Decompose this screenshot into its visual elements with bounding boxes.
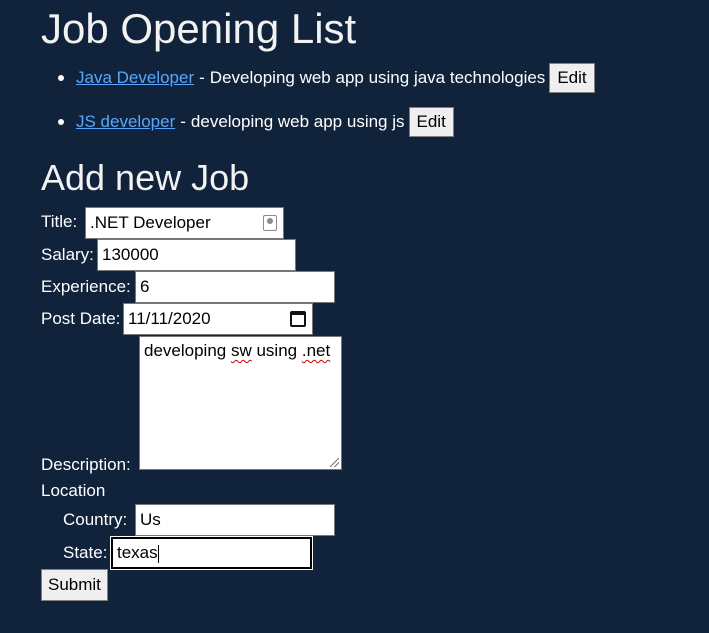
list-item: Java Developer - Developing web app usin…: [58, 62, 595, 94]
misspelled-word: sw: [230, 341, 252, 360]
experience-input-value: 6: [140, 277, 150, 296]
job-list: Java Developer - Developing web app usin…: [58, 62, 595, 150]
job-title-link[interactable]: JS developer: [76, 112, 175, 132]
job-description: developing web app using js: [190, 112, 405, 131]
salary-input-value: 130000: [102, 245, 159, 264]
edit-button[interactable]: Edit: [408, 107, 454, 137]
description-label: Description:: [41, 455, 131, 474]
country-input[interactable]: Us: [135, 504, 335, 536]
separator: -: [199, 68, 205, 87]
post-date-input[interactable]: 11/11/2020: [123, 303, 313, 335]
contact-card-icon[interactable]: [263, 215, 277, 231]
country-label: Country:: [63, 510, 128, 529]
separator: -: [180, 112, 186, 131]
list-item: JS developer - developing web app using …: [58, 106, 595, 138]
state-label: State:: [63, 543, 108, 562]
salary-label: Salary:: [41, 245, 94, 264]
page: Job Opening List Java Developer - Develo…: [0, 0, 709, 633]
title-label: Title:: [41, 212, 78, 231]
bullet-icon: [58, 119, 64, 125]
description-textarea[interactable]: developing sw using .net: [139, 336, 342, 470]
title-input[interactable]: .NET Developer: [85, 207, 284, 239]
state-input-value: texas: [117, 543, 158, 562]
description-text-part: using: [251, 341, 302, 360]
resize-handle-icon[interactable]: [330, 458, 339, 467]
page-title: Job Opening List: [41, 5, 357, 52]
submit-button[interactable]: Submit: [41, 569, 108, 601]
post-date-input-value: 11/11/2020: [128, 309, 211, 328]
calendar-icon[interactable]: [290, 311, 306, 327]
location-label: Location: [41, 481, 106, 500]
post-date-label: Post Date:: [41, 309, 121, 328]
experience-input[interactable]: 6: [135, 271, 335, 303]
title-input-value: .NET Developer: [90, 213, 211, 232]
country-input-value: Us: [140, 510, 161, 529]
job-description: Developing web app using java technologi…: [209, 68, 546, 87]
misspelled-word: .net: [301, 341, 331, 360]
bullet-icon: [58, 75, 64, 81]
text-caret: [157, 544, 159, 563]
state-input[interactable]: texas: [111, 537, 312, 569]
edit-button[interactable]: Edit: [549, 63, 595, 93]
job-title-link[interactable]: Java Developer: [76, 68, 194, 88]
form-heading: Add new Job: [41, 157, 250, 198]
experience-label: Experience:: [41, 277, 131, 296]
description-text-part: developing: [144, 341, 231, 360]
salary-input[interactable]: 130000: [97, 239, 296, 271]
